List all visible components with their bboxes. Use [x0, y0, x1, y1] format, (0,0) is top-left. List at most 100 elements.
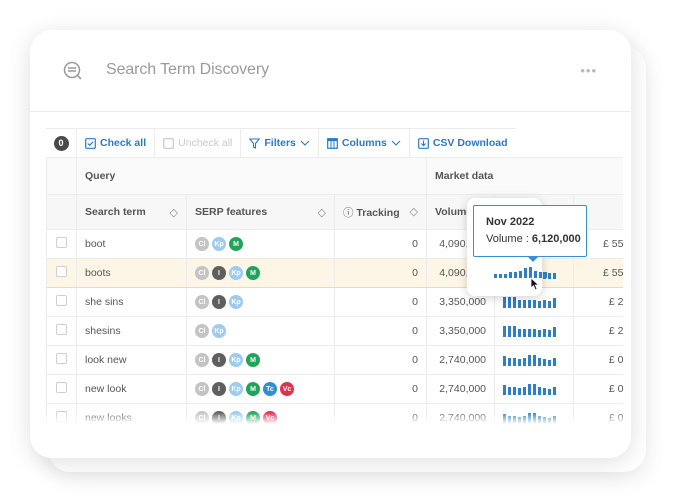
trend-bar — [508, 357, 512, 366]
row-checkbox[interactable] — [56, 324, 67, 335]
trend-bar — [538, 301, 542, 308]
row-checkbox[interactable] — [56, 237, 67, 248]
search-term-cell[interactable]: boot — [76, 229, 187, 259]
trend-bar — [543, 388, 547, 395]
columns-label: Columns — [341, 137, 387, 149]
column-header-search-term[interactable]: Search term ◇ — [76, 194, 187, 230]
search-term-cell[interactable]: she sins — [76, 287, 187, 317]
csv-download-label: CSV Download — [432, 137, 508, 149]
row-checkbox[interactable] — [56, 295, 67, 306]
serp-feature-kp-icon: Kp — [212, 324, 226, 338]
serp-feature-m-icon: M — [246, 382, 260, 396]
serp-feature-cl-icon: Cl — [195, 266, 209, 280]
row-checkbox[interactable] — [56, 266, 67, 277]
sort-icon[interactable]: ◇ — [170, 206, 178, 219]
trend-bar — [533, 383, 537, 395]
trend-bar — [499, 273, 502, 278]
trend-sparkline — [503, 325, 565, 337]
trend-bar — [518, 328, 522, 337]
serp-feature-m-icon: M — [246, 353, 260, 367]
page-title: Search Term Discovery — [106, 61, 269, 78]
table-row[interactable]: look newClIKpM02,740,000£ 0.13 — [46, 345, 623, 375]
trend-bar — [533, 328, 537, 337]
columns-dropdown[interactable]: Columns — [317, 129, 409, 157]
trend-bar — [514, 272, 517, 278]
trend-bar — [513, 386, 517, 395]
volume-cell: 2,740,000 — [426, 374, 496, 404]
search-term-cell[interactable]: boots — [76, 258, 187, 288]
download-icon — [417, 137, 429, 149]
trend-bar — [503, 356, 507, 366]
trend-bar — [524, 268, 527, 278]
serp-feature-i-icon: I — [212, 295, 226, 309]
trend-sparkline — [503, 296, 565, 308]
table-row[interactable]: shesinsClKp03,350,000£ 2.59 — [46, 316, 623, 346]
column-header-tracking[interactable]: ⓘ Tracking ◇ — [333, 194, 428, 230]
serp-features-cell: Cl I Kp M Tc Vc — [186, 374, 335, 404]
trend-cell[interactable] — [494, 316, 575, 346]
serp-feature-i-icon: I — [212, 382, 226, 396]
trend-bar — [518, 388, 522, 395]
check-all-button[interactable]: Check all — [76, 129, 154, 157]
serp-feature-i-icon: I — [212, 266, 226, 280]
check-all-label: Check all — [100, 137, 147, 149]
serp-features-cell: Cl Kp — [186, 316, 335, 346]
trend-cell[interactable] — [494, 345, 575, 375]
sort-icon[interactable]: ◇ — [318, 206, 326, 219]
tooltip-arrow — [527, 256, 539, 262]
table-row[interactable]: new lookClIKpMTcVc02,740,000£ 0.13 — [46, 374, 623, 404]
trend-bar — [538, 386, 542, 395]
filters-label: Filters — [264, 137, 296, 149]
tooltip-volume: Volume : 6,120,000 — [486, 233, 581, 245]
trend-bar — [509, 272, 512, 278]
more-dots-icon[interactable]: ••• — [580, 63, 597, 78]
serp-feature-cl-icon: Cl — [195, 382, 209, 396]
chevron-down-icon — [300, 140, 310, 146]
trend-bar — [523, 386, 527, 395]
search-term-cell[interactable]: shesins — [76, 316, 187, 346]
serp-feature-m-icon: M — [246, 266, 260, 280]
cpc-cell: £ 0.13 — [573, 345, 623, 375]
column-header-serp-features[interactable]: SERP features ◇ — [186, 194, 335, 230]
trend-bar — [513, 357, 517, 366]
trend-bar — [523, 328, 527, 337]
uncheck-all-button[interactable]: Uncheck all — [154, 129, 240, 157]
tooltip-date: Nov 2022 — [486, 216, 535, 228]
panel-header: Search Term Discovery ••• — [30, 30, 631, 112]
serp-feature-tc-icon: Tc — [263, 382, 277, 396]
tracking-cell: 0 — [333, 374, 428, 404]
filter-icon — [249, 137, 261, 149]
tracking-cell: 0 — [333, 258, 428, 288]
search-term-cell[interactable]: new look — [76, 374, 187, 404]
trend-bar — [553, 357, 557, 366]
csv-download-button[interactable]: CSV Download — [408, 129, 516, 157]
search-term-cell[interactable]: look new — [76, 345, 187, 375]
trend-tooltip: Nov 2022 Volume : 6,120,000 — [473, 205, 587, 257]
trend-bar — [533, 299, 537, 308]
trend-bar — [548, 330, 552, 337]
trend-bar — [548, 389, 552, 395]
filters-dropdown[interactable]: Filters — [240, 129, 318, 157]
trend-bar — [519, 271, 522, 278]
serp-feature-cl-icon: Cl — [195, 237, 209, 251]
trend-bar — [513, 296, 517, 308]
group-header-query: Query — [75, 157, 428, 195]
trend-bar — [518, 299, 522, 308]
trend-bar — [548, 273, 552, 279]
row-checkbox[interactable] — [56, 353, 67, 364]
group-header-spacer — [46, 157, 77, 195]
row-checkbox[interactable] — [56, 382, 67, 393]
serp-features-cell: Cl I Kp — [186, 287, 335, 317]
trend-cell[interactable] — [494, 374, 575, 404]
trend-bar — [494, 273, 497, 278]
cpc-cell: £ 2.59 — [573, 287, 623, 317]
trend-bar — [538, 330, 542, 337]
serp-feature-kp-icon: Kp — [212, 237, 226, 251]
trend-bar — [553, 298, 557, 308]
trend-bar — [544, 272, 547, 278]
header-checkbox-column — [46, 194, 77, 230]
selected-count: 0 — [46, 129, 76, 157]
sort-icon[interactable]: ◇ — [410, 205, 418, 218]
trend-sparkline — [503, 383, 565, 395]
cpc-cell: £ 55.46 — [573, 258, 623, 288]
